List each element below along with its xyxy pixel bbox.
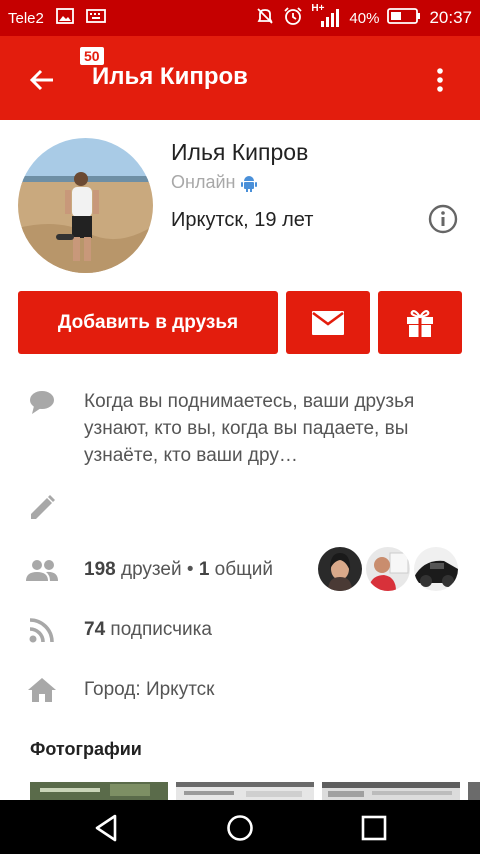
- keyboard-notification-icon: [85, 8, 106, 28]
- city-age: Иркутск, 19 лет: [171, 209, 314, 231]
- battery-percent: 40%: [349, 9, 380, 27]
- nav-back-icon: [95, 814, 117, 842]
- alarm-icon: [283, 6, 303, 30]
- gift-icon: [407, 309, 433, 337]
- profile-avatar[interactable]: [18, 138, 153, 273]
- mutual-label: общий: [209, 559, 273, 580]
- carrier-label: Tele2: [8, 9, 44, 27]
- gift-button[interactable]: [378, 291, 462, 354]
- photo-thumbnail[interactable]: [30, 782, 168, 800]
- network-type-label: H+: [311, 3, 325, 14]
- nav-recents-icon: [361, 815, 387, 841]
- rss-icon: [26, 614, 58, 646]
- mute-icon: [255, 6, 275, 30]
- friend-avatar[interactable]: [366, 547, 410, 591]
- back-button[interactable]: [22, 60, 62, 100]
- add-friend-label: Добавить в друзья: [57, 311, 239, 333]
- nav-recents-button[interactable]: [354, 808, 394, 848]
- app-bar: 50 Илья Кипров: [0, 36, 480, 120]
- online-status: Онлайн: [171, 172, 258, 193]
- profile-name: Илья Кипров: [171, 139, 309, 165]
- status-comment-icon: [26, 386, 58, 418]
- friends-count-text[interactable]: 198 друзей • 1 общий: [84, 559, 273, 581]
- subscribers-count: 74: [84, 619, 106, 640]
- mail-icon: [312, 310, 344, 335]
- subscribers-label: подписчика: [105, 619, 212, 640]
- signal-icon: H+: [311, 3, 341, 29]
- friends-icon: [26, 554, 58, 586]
- status-text[interactable]: Когда вы поднимаетесь, ваши друзья узнаю…: [84, 388, 444, 469]
- home-icon: [26, 674, 58, 706]
- subscribers-text[interactable]: 74 подписчика: [84, 619, 212, 641]
- photos-title[interactable]: Фотографии: [30, 739, 142, 760]
- photo-thumbnail[interactable]: [468, 782, 480, 800]
- app-bar-title: Илья Кипров: [92, 63, 248, 90]
- friend-avatar[interactable]: [318, 547, 362, 591]
- arrow-back-icon: [29, 69, 53, 91]
- mutual-count: 1: [198, 559, 210, 580]
- overflow-menu-button[interactable]: [428, 60, 452, 100]
- battery-icon: [387, 7, 421, 29]
- friends-count: 198: [84, 559, 116, 580]
- android-icon: [241, 175, 258, 192]
- nav-home-icon: [227, 815, 253, 841]
- info-icon: [428, 204, 458, 234]
- message-button[interactable]: [286, 291, 370, 354]
- status-bar: Tele2 H+ 40% 20:37: [0, 0, 480, 36]
- nav-back-button[interactable]: [86, 808, 126, 848]
- gallery-notification-icon: [55, 8, 74, 28]
- more-vert-icon: [437, 68, 443, 92]
- photo-thumbnail[interactable]: [176, 782, 314, 800]
- friends-count-label: друзей •: [115, 559, 199, 580]
- photo-thumbnail[interactable]: [322, 782, 460, 800]
- city-text[interactable]: Город: Иркутск: [84, 679, 215, 701]
- online-status-label: Онлайн: [171, 172, 236, 192]
- friend-avatar[interactable]: [414, 547, 458, 591]
- system-nav-bar: [0, 800, 480, 854]
- clock: 20:37: [429, 8, 472, 27]
- friend-avatars: [318, 547, 458, 591]
- nav-home-button[interactable]: [220, 808, 260, 848]
- add-friend-button[interactable]: Добавить в друзья: [18, 291, 278, 354]
- edit-pencil-icon[interactable]: [26, 492, 58, 524]
- info-button[interactable]: [428, 204, 458, 234]
